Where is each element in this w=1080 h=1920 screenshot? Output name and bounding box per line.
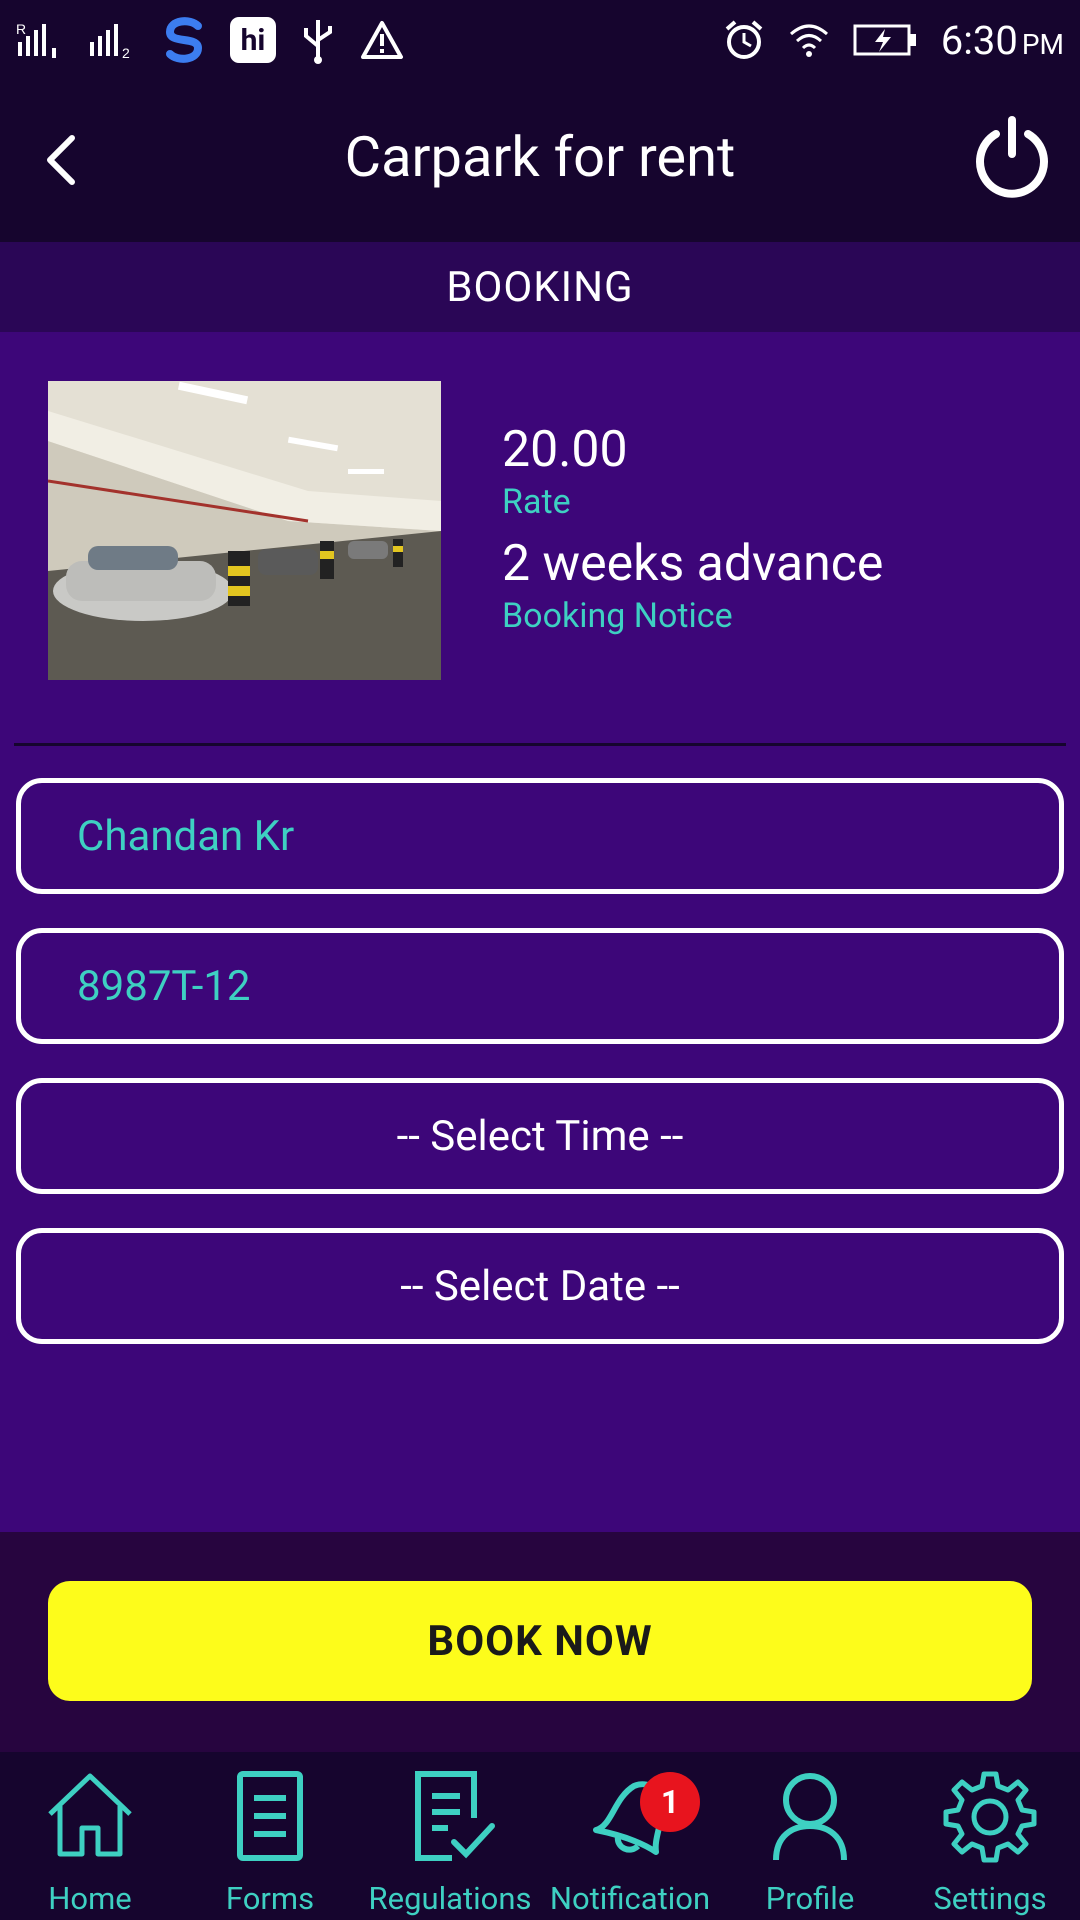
nav-item-regulations[interactable]: Regulations xyxy=(360,1752,540,1920)
nav-label-regulations: Regulations xyxy=(368,1880,532,1917)
nav-label-notification: Notification xyxy=(549,1880,711,1917)
gear-icon xyxy=(943,1771,1037,1863)
time-select[interactable]: -- Select Time -- xyxy=(16,1078,1064,1194)
regulations-icon xyxy=(415,1771,495,1861)
hi-app-icon: hi xyxy=(230,17,276,63)
page-title: Carpark for rent xyxy=(344,124,736,190)
warning-icon xyxy=(361,21,403,59)
vehicle-number-field[interactable]: 8987T-12 xyxy=(16,928,1064,1044)
date-select[interactable]: -- Select Date -- xyxy=(16,1228,1064,1344)
booking-notice-label: Booking Notice xyxy=(502,596,733,636)
notification-badge: 1 xyxy=(640,1772,700,1832)
home-icon xyxy=(48,1773,132,1857)
app-bar: Carpark for rent xyxy=(0,80,1080,242)
wifi-icon xyxy=(789,24,828,57)
signal-sim2-icon: 2 xyxy=(90,24,130,60)
section-title: BOOKING xyxy=(0,242,1080,332)
rate-label: Rate xyxy=(502,482,571,522)
carpark-photo xyxy=(48,381,441,680)
usb-icon xyxy=(304,20,332,64)
forms-icon xyxy=(237,1771,303,1861)
nav-item-home[interactable]: Home xyxy=(0,1752,180,1920)
alarm-icon xyxy=(725,20,763,59)
nav-label-settings: Settings xyxy=(933,1880,1047,1917)
nav-label-profile: Profile xyxy=(765,1880,855,1917)
signal-sim1-icon: R xyxy=(16,21,56,58)
divider xyxy=(14,743,1066,746)
book-now-button[interactable]: BOOK NOW xyxy=(48,1581,1032,1701)
clock: 6:30 PM xyxy=(940,16,1064,64)
name-field[interactable]: Chandan Kr xyxy=(16,778,1064,894)
battery-charging-icon xyxy=(853,24,916,56)
rate-value: 20.00 xyxy=(502,421,628,479)
nav-item-notification[interactable]: 1 Notification xyxy=(540,1752,720,1920)
bottom-nav: Home Forms Regulations 1 Notification Pr… xyxy=(0,1752,1080,1920)
booking-notice-value: 2 weeks advance xyxy=(502,535,884,593)
nav-item-forms[interactable]: Forms xyxy=(180,1752,360,1920)
svg-text:R: R xyxy=(16,21,26,37)
nav-label-home: Home xyxy=(48,1880,132,1917)
listing-info: 20.00 Rate 2 weeks advance Booking Notic… xyxy=(502,420,883,638)
nav-item-settings[interactable]: Settings xyxy=(900,1752,1080,1920)
svg-text:2: 2 xyxy=(122,45,130,60)
power-icon[interactable] xyxy=(972,116,1052,200)
status-bar: R 2 hi 6:30 PM xyxy=(0,0,1080,80)
s-app-icon xyxy=(165,17,203,63)
nav-item-profile[interactable]: Profile xyxy=(720,1752,900,1920)
nav-label-forms: Forms xyxy=(225,1880,315,1917)
profile-icon xyxy=(773,1773,847,1861)
